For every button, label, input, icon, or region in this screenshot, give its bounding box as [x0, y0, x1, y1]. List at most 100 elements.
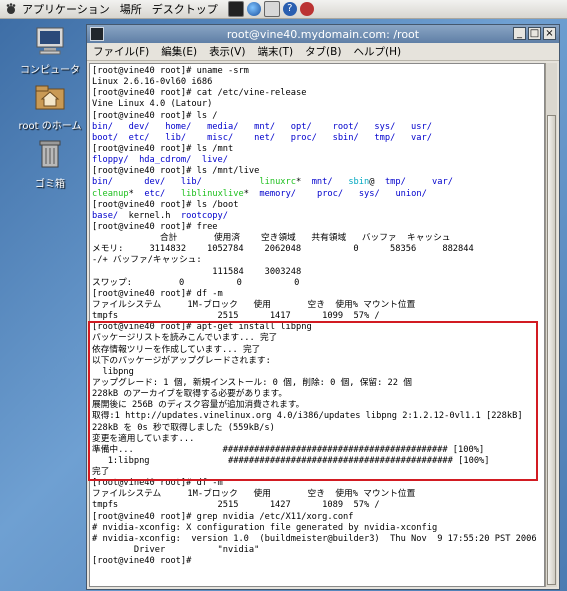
terminal-text: -/+ バッファ/キャッシュ:: [92, 255, 202, 266]
window-title: root@vine40.mydomain.com: /root: [226, 27, 420, 41]
scrollbar-thumb[interactable]: [547, 115, 556, 585]
terminal-text: 以下のパッケージがアップグレードされます:: [92, 355, 271, 366]
terminal-text: 合計 使用済 空き領域 共有領域 バッファ キャッシュ: [92, 233, 451, 244]
desktop-icon-label: コンピュータ: [20, 65, 80, 76]
terminal-text: Driver "nvidia": [92, 545, 260, 556]
terminal-text: [root@vine40 root]# ls /boot: [92, 199, 239, 210]
terminal-text: スワップ: 0 0 0: [92, 277, 300, 288]
terminal-text: proc/: [316, 188, 344, 199]
terminal-text: sbin: [348, 177, 370, 188]
terminal-line: # nvidia-xconfig: version 1.0 (buildmeis…: [92, 534, 537, 545]
terminal-text: 取得:1 http://updates.vinelinux.org 4.0/i3…: [92, 411, 523, 422]
terminal-text: tmp/: [384, 177, 406, 188]
screenshot-launcher-icon[interactable]: [299, 2, 314, 16]
menu-file[interactable]: ファイル(F): [93, 44, 149, 59]
terminal-line: [root@vine40 root]# df -m: [92, 478, 537, 489]
terminal-text: # nvidia-xconfig: X configuration file g…: [92, 522, 438, 533]
terminal-line: [root@vine40 root]# ls /boot: [92, 200, 537, 211]
terminal-line: Driver "nvidia": [92, 545, 537, 556]
terminal-text: 228kB を 0s 秒で取得しました (559kB/s): [92, 422, 275, 433]
terminal-line: 完了: [92, 467, 537, 478]
terminal-line: 変更を適用しています...: [92, 434, 537, 445]
menu-view[interactable]: 表示(V): [209, 44, 245, 59]
terminal-text: メモリ: 3114832 1052784 2062048 0 58356 882…: [92, 244, 474, 255]
terminal-line: [root@vine40 root]# df -m: [92, 289, 537, 300]
terminal-launcher-icon[interactable]: [227, 1, 244, 17]
terminal-line: [root@vine40 root]# free: [92, 222, 537, 233]
scrollbar[interactable]: [545, 63, 557, 587]
desktop-menu[interactable]: デスクトップ: [152, 1, 218, 17]
terminal-text: libpng: [92, 366, 134, 377]
close-button[interactable]: ×: [543, 27, 556, 40]
terminal-line: スワップ: 0 0 0: [92, 278, 537, 289]
terminal-line: 展開後に 256B のディスク容量が追加消費されます。: [92, 400, 537, 411]
terminal-line: 合計 使用済 空き領域 共有領域 バッファ キャッシュ: [92, 233, 537, 244]
places-menu[interactable]: 場所: [120, 1, 142, 17]
applications-menu[interactable]: アプリケーション: [22, 1, 110, 17]
terminal-line: 準備中... #################################…: [92, 445, 537, 456]
terminal-line: [root@vine40 root]# uname -srm: [92, 66, 537, 77]
terminal-text: 1:libpng ###############################…: [92, 455, 490, 466]
menubar: ファイル(F) 編集(E) 表示(V) 端末(T) タブ(B) ヘルプ(H): [87, 43, 559, 61]
terminal-line: 取得:1 http://updates.vinelinux.org 4.0/i3…: [92, 411, 537, 422]
gnome-foot-icon[interactable]: [4, 2, 18, 16]
terminal-text: Vine Linux 4.0 (Latour): [92, 99, 213, 110]
terminal-text: [root@vine40 root]# free: [92, 221, 218, 232]
maximize-button[interactable]: □: [528, 27, 541, 40]
minimize-button[interactable]: _: [513, 27, 526, 40]
terminal-text: bin/ dev/ lib/: [92, 177, 260, 188]
desktop-icon-label: root のホーム: [18, 121, 82, 132]
terminal-text: [root@vine40 root]# grep nvidia /etc/X11…: [92, 511, 354, 522]
terminal-text: アップグレード: 1 個, 新規インストール: 0 個, 削除: 0 個, 保留…: [92, 377, 412, 388]
menu-tabs[interactable]: タブ(B): [305, 44, 341, 59]
trash-icon: [10, 139, 90, 172]
terminal-text: [root@vine40 root]#: [92, 556, 197, 567]
terminal-text: 変更を適用しています...: [92, 433, 195, 444]
terminal-text: Linux 2.6.16-0vl60 i686: [92, 77, 213, 88]
terminal-output[interactable]: [root@vine40 root]# uname -srm Linux 2.6.…: [89, 63, 545, 587]
terminal-text: memory/: [259, 188, 297, 199]
terminal-text: [root@vine40 root]# ls /mnt: [92, 143, 234, 154]
terminal-line: libpng: [92, 367, 537, 378]
menu-edit[interactable]: 編集(E): [161, 44, 197, 59]
terminal-text: etc/: [144, 188, 166, 199]
help-launcher-icon[interactable]: ?: [282, 2, 297, 16]
terminal-line: [root@vine40 root]# ls /: [92, 111, 537, 122]
terminal-line: [root@vine40 root]# grep nvidia /etc/X11…: [92, 512, 537, 523]
terminal-line: 以下のパッケージがアップグレードされます:: [92, 356, 537, 367]
browser-launcher-icon[interactable]: [246, 2, 261, 16]
terminal-line: floppy/ hda_cdrom/ live/: [92, 155, 537, 166]
terminal-text: [root@vine40 root]# df -m: [92, 288, 223, 299]
mail-launcher-icon[interactable]: [263, 1, 280, 17]
desktop-icon-home[interactable]: root のホーム: [10, 83, 90, 132]
terminal-line: tmpfs 2515 1427 1089 57% /: [92, 500, 537, 511]
terminal-text: cleanup: [92, 188, 129, 199]
desktop-icon-computer[interactable]: コンピュータ: [10, 27, 90, 76]
terminal-text: tmpfs 2515 1427 1089 57% /: [92, 500, 380, 511]
terminal-line: [root@vine40 root]#: [92, 556, 537, 567]
terminal-line: メモリ: 3114832 1052784 2062048 0 58356 882…: [92, 244, 537, 255]
terminal-line: [root@vine40 root]# apt-get install libp…: [92, 322, 537, 333]
terminal-text: ファイルシステム 1M-ブロック 使用 空き 使用% マウント位置: [92, 489, 416, 500]
menu-help[interactable]: ヘルプ(H): [353, 44, 401, 59]
terminal-text: union/: [395, 188, 427, 199]
terminal-text: boot/ etc/ lib/ misc/ net/ proc/ sbin/ t…: [92, 132, 432, 143]
terminal-text: linuxrc: [259, 177, 296, 188]
desktop-icon-label: ゴミ箱: [35, 179, 65, 190]
terminal-window: root@vine40.mydomain.com: /root _ □ × ファ…: [86, 24, 560, 590]
terminal-text: *: [128, 188, 145, 199]
terminal-text: @: [369, 177, 385, 188]
terminal-text: var/: [432, 177, 453, 188]
terminal-text: *: [243, 188, 260, 199]
terminal-line: 228kB を 0s 秒で取得しました (559kB/s): [92, 423, 537, 434]
terminal-text: tmpfs 2515 1417 1099 57% /: [92, 311, 380, 322]
terminal-line: 1:libpng ###############################…: [92, 456, 537, 467]
menu-terminal[interactable]: 端末(T): [257, 44, 293, 59]
window-titlebar[interactable]: root@vine40.mydomain.com: /root _ □ ×: [87, 25, 559, 43]
terminal-text: 228kB のアーカイブを取得する必要があります。: [92, 389, 288, 400]
terminal-text: # nvidia-xconfig: version 1.0 (buildmeis…: [92, 533, 537, 544]
desktop-icon-trash[interactable]: ゴミ箱: [10, 139, 90, 190]
